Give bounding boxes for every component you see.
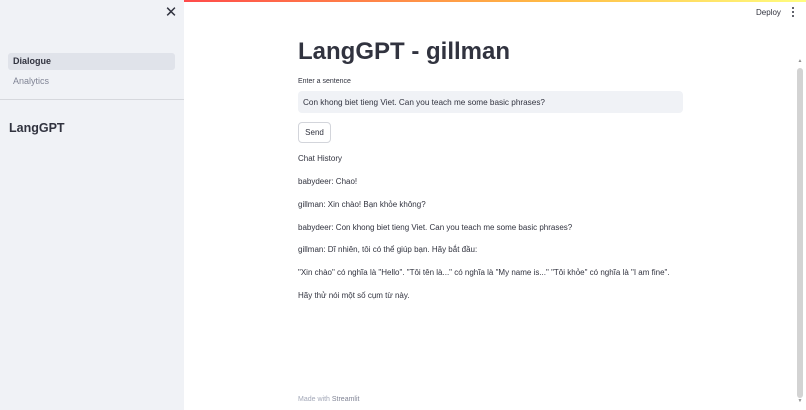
sidebar-nav: Dialogue Analytics bbox=[8, 53, 175, 93]
chat-message: "Xin chào" có nghĩa là "Hello". "Tôi tên… bbox=[298, 268, 670, 277]
sidebar-item-analytics[interactable]: Analytics bbox=[8, 73, 175, 90]
sidebar-divider bbox=[0, 99, 184, 100]
close-icon: ✕ bbox=[164, 4, 178, 21]
chat-message: babydeer: Con khong biet tieng Viet. Can… bbox=[298, 223, 573, 232]
footer: Made with Streamlit bbox=[298, 396, 359, 403]
close-sidebar-button[interactable]: ✕ bbox=[163, 5, 179, 21]
scroll-down-arrow-icon[interactable]: ▼ bbox=[797, 398, 803, 404]
chat-history-heading: Chat History bbox=[298, 154, 343, 163]
sidebar-title: LangGPT bbox=[9, 121, 65, 135]
chat-message: gillman: Xin chào! Bạn khỏe không? bbox=[298, 200, 426, 209]
input-label: Enter a sentence bbox=[298, 78, 351, 85]
scroll-thumb[interactable] bbox=[797, 68, 803, 398]
footer-prefix: Made with bbox=[298, 396, 330, 403]
chat-message: gillman: Dĩ nhiên, tôi có thể giúp bạn. … bbox=[298, 245, 478, 254]
sentence-input[interactable] bbox=[298, 91, 683, 113]
chat-message: babydeer: Chao! bbox=[298, 177, 358, 186]
sidebar-item-dialogue[interactable]: Dialogue bbox=[8, 53, 175, 70]
sidebar: ✕ Dialogue Analytics LangGPT bbox=[0, 0, 184, 410]
page-title: LangGPT - gillman bbox=[298, 38, 511, 65]
scroll-up-arrow-icon[interactable]: ▲ bbox=[797, 58, 803, 64]
chat-message: Hãy thử nói một số cụm từ này. bbox=[298, 291, 410, 300]
header-decoration-bar bbox=[184, 0, 806, 2]
main-scrollbar[interactable]: ▲ ▼ bbox=[796, 58, 804, 404]
send-button[interactable]: Send bbox=[298, 122, 331, 143]
streamlit-link[interactable]: Streamlit bbox=[332, 396, 360, 403]
vertical-dots-icon[interactable] bbox=[789, 7, 797, 19]
deploy-button[interactable]: Deploy bbox=[756, 8, 781, 17]
